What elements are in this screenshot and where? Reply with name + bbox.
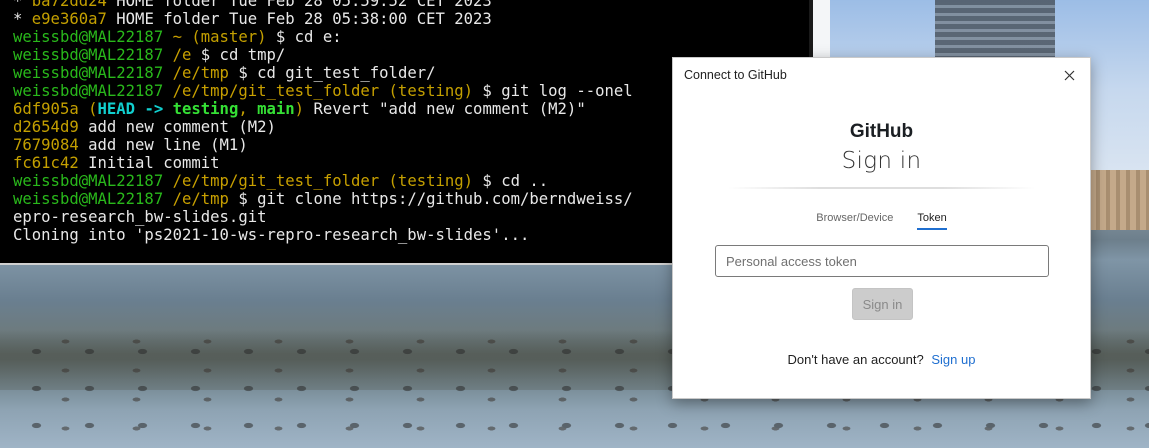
terminal-text-segment: weissbd@MAL22187	[13, 46, 164, 64]
terminal-text-segment: )	[294, 100, 305, 118]
terminal-text-segment: add new comment (M2)	[78, 118, 276, 136]
terminal-text-segment: /e/tmp	[172, 64, 229, 82]
terminal-text-segment: $ git clone https://github.com/berndweis…	[228, 190, 633, 208]
terminal-text-segment: /e/tmp/git_test_folder	[172, 82, 380, 100]
terminal-line: * e9e360a7 HOME folder Tue Feb 28 05:38:…	[13, 10, 813, 28]
terminal-text-segment: HEAD ->	[97, 100, 173, 118]
close-button[interactable]	[1058, 64, 1080, 86]
terminal-text-segment: ~	[172, 28, 182, 46]
terminal-text-segment: $ git log --onel	[473, 82, 633, 100]
connect-github-dialog: Connect to GitHub GitHub Sign in Browser…	[672, 57, 1091, 399]
terminal-text-segment: /e/tmp	[172, 190, 229, 208]
terminal-text-segment: /e	[172, 46, 192, 64]
terminal-text-segment: (master)	[191, 28, 267, 46]
terminal-text-segment: (	[78, 100, 98, 118]
terminal-text-segment: /e/tmp/git_test_folder	[172, 172, 380, 190]
tab-token[interactable]: Token	[917, 212, 947, 230]
terminal-text-segment: Initial commit	[78, 154, 220, 172]
wallpaper-building-right	[1090, 170, 1149, 230]
terminal-line: weissbd@MAL22187 ~ (master) $ cd e:	[13, 28, 813, 46]
terminal-text-segment: $ cd ..	[473, 172, 549, 190]
terminal-text-segment: weissbd@MAL22187	[13, 82, 164, 100]
terminal-text-segment: fc61c42	[13, 154, 79, 172]
terminal-text-segment: weissbd@MAL22187	[13, 190, 164, 208]
signin-button[interactable]: Sign in	[852, 288, 913, 320]
terminal-text-segment: ba72dd24	[31, 0, 107, 10]
no-account-text: Don't have an account?	[787, 352, 924, 367]
personal-access-token-input[interactable]	[715, 245, 1049, 277]
terminal-text-segment: 7679084	[13, 136, 79, 154]
tab-browser-device[interactable]: Browser/Device	[816, 212, 893, 230]
signup-footer: Don't have an account? Sign up	[673, 352, 1090, 367]
terminal-text-segment: $ cd tmp/	[191, 46, 286, 64]
terminal-text-segment: (testing)	[388, 82, 474, 100]
terminal-text-segment: $ cd e:	[266, 28, 342, 46]
terminal-text-segment: *	[13, 0, 32, 10]
terminal-text-segment: testing	[172, 100, 239, 118]
terminal-text-segment: HOME folder Tue Feb 28 05:38:00 CET 2023	[106, 10, 492, 28]
auth-tabs: Browser/Device Token	[673, 212, 1090, 230]
terminal-text-segment: $ cd git_test_folder/	[228, 64, 436, 82]
github-brand: GitHub	[849, 121, 914, 142]
terminal-text-segment: Cloning into 'ps2021-10-ws-repro-researc…	[13, 226, 530, 244]
signup-link[interactable]: Sign up	[931, 352, 975, 367]
terminal-text-segment: (testing)	[388, 172, 474, 190]
signin-heading: Sign in	[841, 148, 922, 174]
terminal-text-segment: weissbd@MAL22187	[13, 28, 164, 46]
terminal-text-segment: add new line (M1)	[78, 136, 248, 154]
terminal-text-segment: epro-research_bw-slides.git	[13, 208, 267, 226]
terminal-text-segment: d2654d9	[13, 118, 79, 136]
terminal-line: * ba72dd24 HOME folder Tue Feb 28 05:59:…	[13, 0, 813, 10]
terminal-text-segment: ,	[238, 100, 258, 118]
terminal-text-segment: 6df905a	[13, 100, 79, 118]
terminal-text-segment: weissbd@MAL22187	[13, 64, 164, 82]
window-gap	[813, 0, 830, 60]
terminal-text-segment: weissbd@MAL22187	[13, 172, 164, 190]
terminal-text-segment: *	[13, 10, 32, 28]
terminal-text-segment: Revert "add new comment (M2)"	[304, 100, 586, 118]
terminal-text-segment: main	[257, 100, 295, 118]
terminal-text-segment: HOME folder Tue Feb 28 05:59:52 CET 2023	[106, 0, 492, 10]
terminal-text-segment: e9e360a7	[31, 10, 107, 28]
close-icon	[1064, 70, 1074, 80]
dialog-title: Connect to GitHub	[684, 68, 787, 82]
divider	[728, 187, 1035, 189]
